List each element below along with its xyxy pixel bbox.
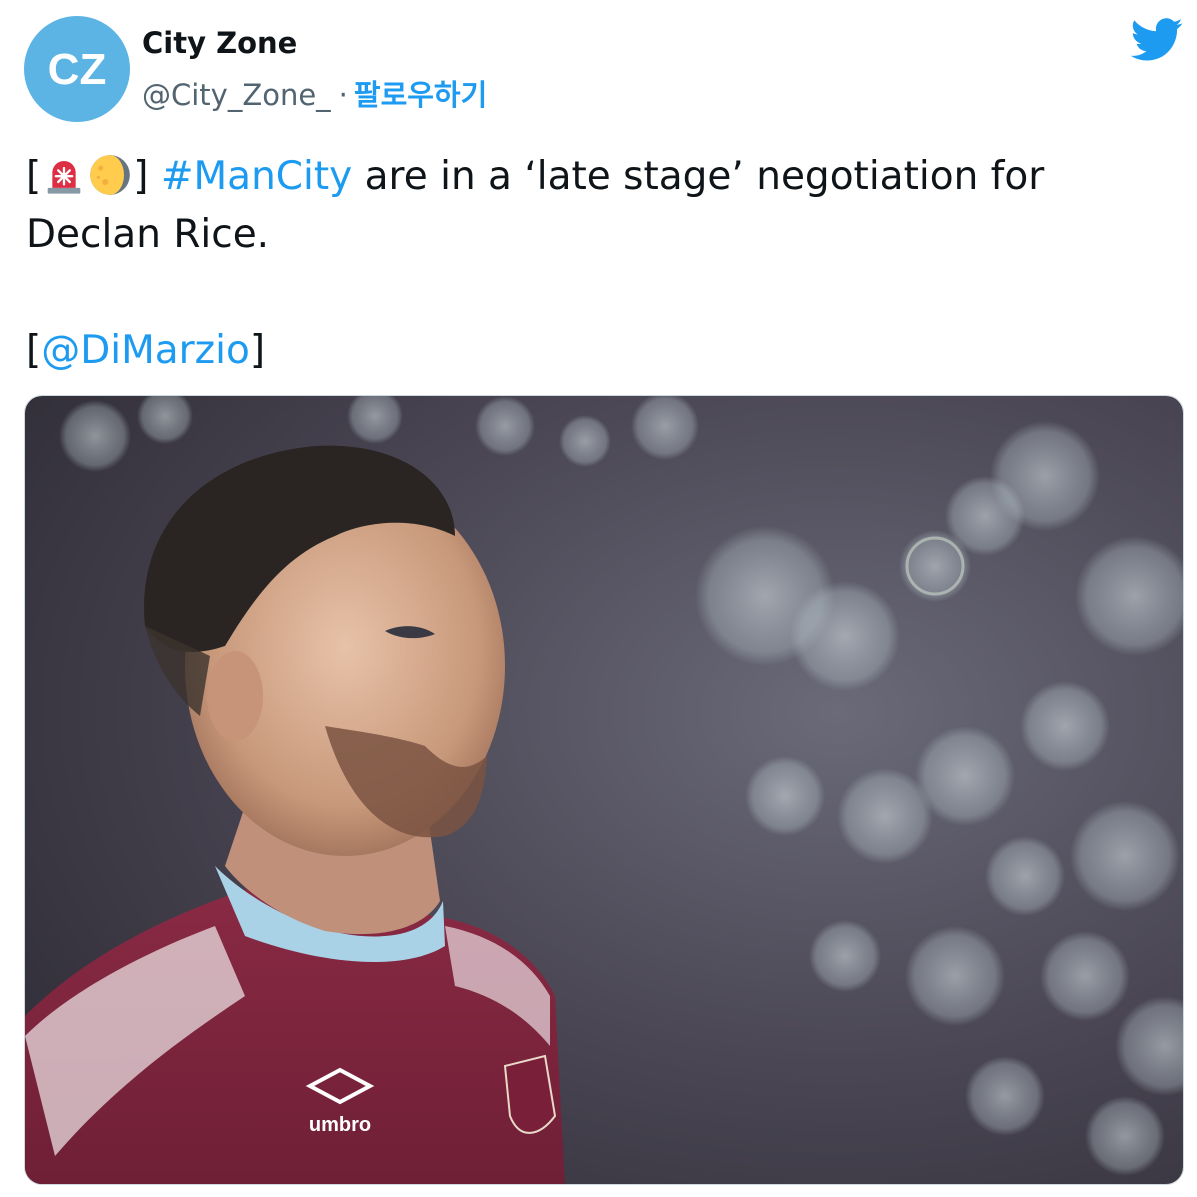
follow-button[interactable]: 팔로우하기 [354,78,487,112]
mention-link[interactable]: @DiMarzio [41,328,250,373]
twitter-bird-icon[interactable] [1130,18,1184,62]
bracket-open: [ [26,154,42,199]
tweet-line-2: Declan Rice. [26,212,270,257]
author-display-name[interactable]: City Zone [142,24,297,62]
hashtag-link[interactable]: #ManCity [161,154,352,199]
avatar[interactable]: CZ [24,16,130,122]
mention-bracket-open: [ [26,328,42,373]
svg-text:CZ: CZ [48,45,107,94]
author-meta: @City_Zone_ · 팔로우하기 [142,76,487,114]
author-handle[interactable]: @City_Zone_ [142,78,331,112]
waning-moon-emoji [90,155,131,195]
tweet-card: CZ City Zone @City_Zone_ · 팔로우하기 [] #Ma… [0,0,1197,1197]
city-zone-logo: CZ [48,45,107,94]
bracket-close: ] [133,154,149,199]
tweet-line-1-text: are in a ‘late stage’ negotiation for [364,154,1045,199]
mention-bracket-close: ] [249,328,266,373]
tweet-line-1: [ ] #ManCity are in a ‘late stage’ negot… [26,148,1166,206]
tweet-line-3: [@DiMarzio] [26,322,1166,380]
rotating-light-emoji [47,161,81,194]
tweet-photo[interactable]: umbro [24,395,1184,1185]
tweet-text: [ ] #ManCity are in a ‘late stage’ negot… [26,148,1166,380]
player-photo: umbro [25,396,1183,1184]
svg-text:umbro: umbro [309,1114,371,1136]
separator-dot: · [338,78,348,112]
